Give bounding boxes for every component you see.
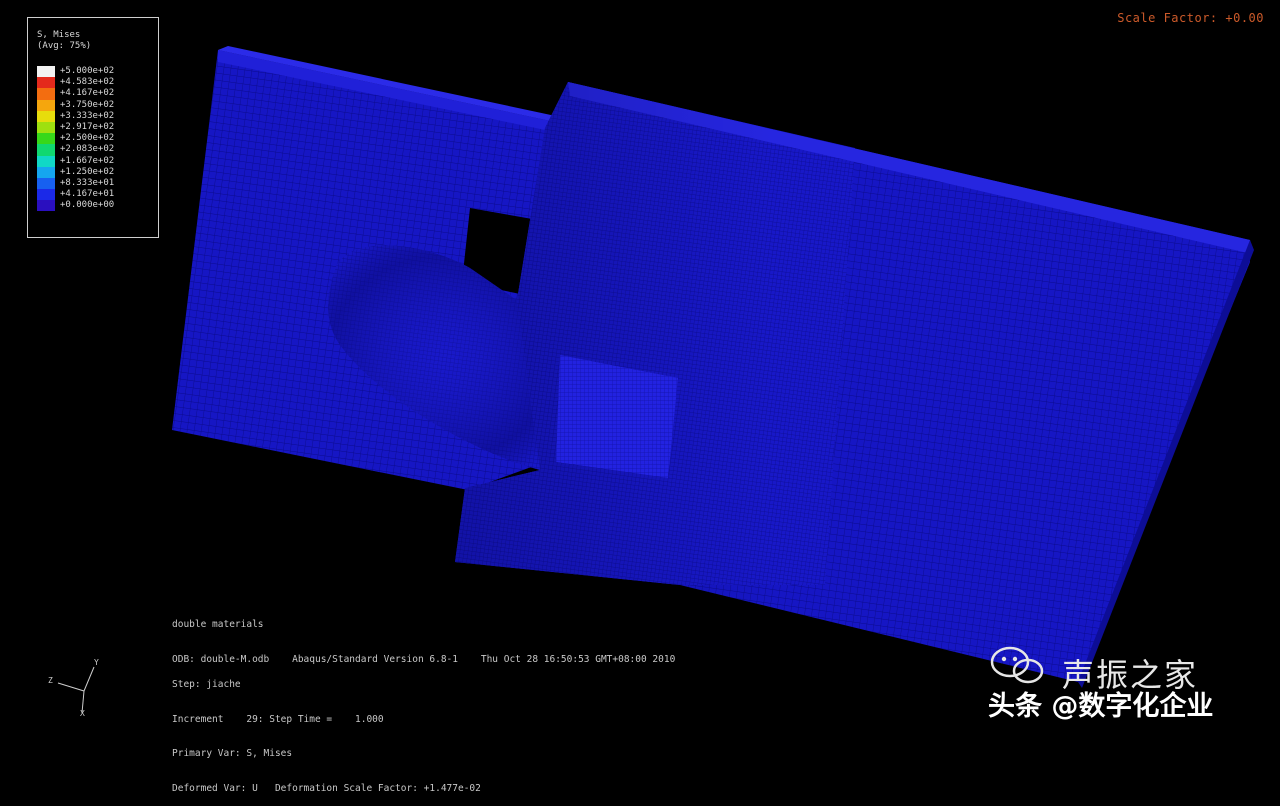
legend-value: +4.167e+02 xyxy=(60,88,115,99)
legend-swatch xyxy=(37,189,55,201)
legend-swatch xyxy=(37,110,55,122)
legend-swatch xyxy=(37,155,55,167)
legend-subtitle: (Avg: 75%) xyxy=(37,41,92,52)
legend-value: +2.500e+02 xyxy=(60,133,115,144)
triad-y-label: Y xyxy=(94,658,99,667)
legend-title: S, Mises xyxy=(37,30,81,40)
legend-swatch xyxy=(37,177,55,190)
legend-value: +2.917e+02 xyxy=(60,121,115,132)
legend-swatch xyxy=(37,77,55,89)
legend-value: +3.750e+02 xyxy=(60,99,115,110)
legend-swatches xyxy=(37,66,55,212)
legend-value: +8.333e+01 xyxy=(60,177,115,188)
legend-value: +4.583e+02 xyxy=(60,77,115,88)
legend-value: +3.333e+02 xyxy=(60,110,115,121)
legend-swatch xyxy=(37,144,55,156)
increment-line: Increment 29: Step Time = 1.000 xyxy=(172,713,384,725)
legend-swatch xyxy=(37,121,55,134)
legend-value: +0.000e+00 xyxy=(60,200,115,211)
legend-swatch xyxy=(37,88,55,100)
legend-swatch xyxy=(37,66,55,78)
watermark-author: 头条 @数字化企业 xyxy=(988,691,1214,722)
legend-swatch xyxy=(37,200,55,212)
axis-triad-icon: Y Z X xyxy=(48,658,99,717)
triad-z-label: Z xyxy=(48,676,53,685)
primary-var-line: Primary Var: S, Mises xyxy=(172,748,293,759)
legend-value: +1.250e+02 xyxy=(60,166,115,177)
wechat-logo-icon xyxy=(990,646,1044,684)
stress-legend: S, Mises (Avg: 75%) +5.000e+02 +4.583e+02… xyxy=(27,17,159,238)
job-name: double materials xyxy=(172,619,264,630)
legend-value: +5.000e+02 xyxy=(60,66,115,76)
triad-x-label: X xyxy=(80,709,85,717)
legend-swatch xyxy=(37,133,55,145)
deformed-var-line: Deformed Var: U Deformation Scale Factor… xyxy=(172,782,481,794)
step-info: Step: jiache Increment 29: Step Time = 1… xyxy=(172,656,481,806)
legend-value: +1.667e+02 xyxy=(60,155,115,166)
legend-value: +2.083e+02 xyxy=(60,144,115,155)
legend-value: +4.167e+01 xyxy=(60,189,115,200)
step-name: Step: jiache xyxy=(172,679,241,690)
scale-factor-text: Scale Factor: +0.00 xyxy=(1117,11,1264,25)
legend-swatch xyxy=(37,166,55,178)
legend-swatch xyxy=(37,99,55,111)
legend-labels: +5.000e+02 +4.583e+02 +4.167e+02 +3.750e+02… xyxy=(60,66,114,211)
